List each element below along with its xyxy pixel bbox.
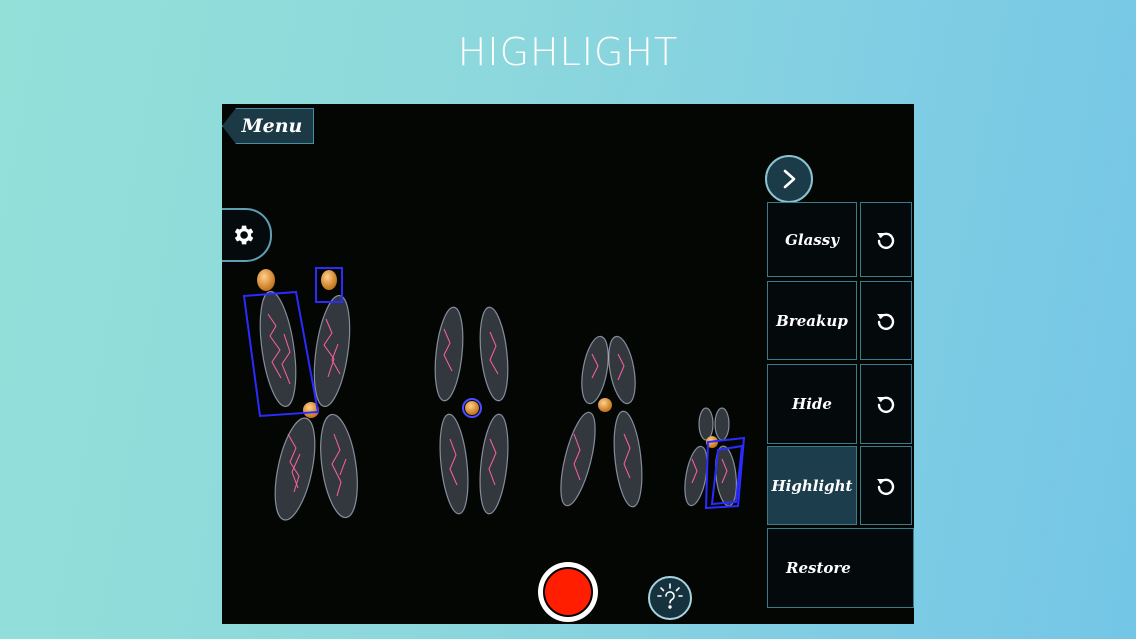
chromosome-3 [560, 335, 643, 508]
gear-icon [234, 225, 254, 245]
rotate-ccw-icon [877, 396, 895, 414]
page-title: HIGHLIGHT [457, 30, 679, 74]
record-button[interactable] [538, 562, 598, 622]
next-button[interactable] [765, 155, 813, 203]
settings-button[interactable] [222, 208, 272, 262]
breakup-button[interactable]: Breakup [767, 281, 857, 360]
chevron-right-icon [783, 169, 796, 189]
hide-button[interactable]: Hide [767, 364, 857, 444]
highlight-label: Highlight [771, 476, 853, 495]
chromosome-4 [684, 407, 738, 507]
help-button[interactable] [648, 576, 692, 620]
glassy-button[interactable]: Glassy [767, 202, 857, 277]
highlight-button[interactable]: Highlight [767, 446, 857, 525]
restore-label: Restore [786, 559, 851, 577]
breakup-label: Breakup [776, 311, 848, 330]
glassy-label: Glassy [785, 230, 839, 249]
menu-button[interactable]: Menu [222, 108, 314, 144]
lightbulb-question-icon [657, 583, 683, 609]
glassy-reset-button[interactable] [860, 202, 912, 277]
rotate-ccw-icon [877, 232, 895, 249]
app-viewport: Menu Glassy Breakup Hide Highlight Resto… [222, 104, 914, 624]
rotate-ccw-icon [877, 313, 895, 330]
breakup-reset-button[interactable] [860, 281, 912, 360]
rotate-ccw-icon [877, 478, 895, 495]
hide-label: Hide [792, 395, 832, 413]
restore-button[interactable]: Restore [767, 528, 914, 608]
record-icon [543, 567, 593, 617]
highlight-reset-button[interactable] [860, 446, 912, 525]
hide-reset-button[interactable] [860, 364, 912, 444]
